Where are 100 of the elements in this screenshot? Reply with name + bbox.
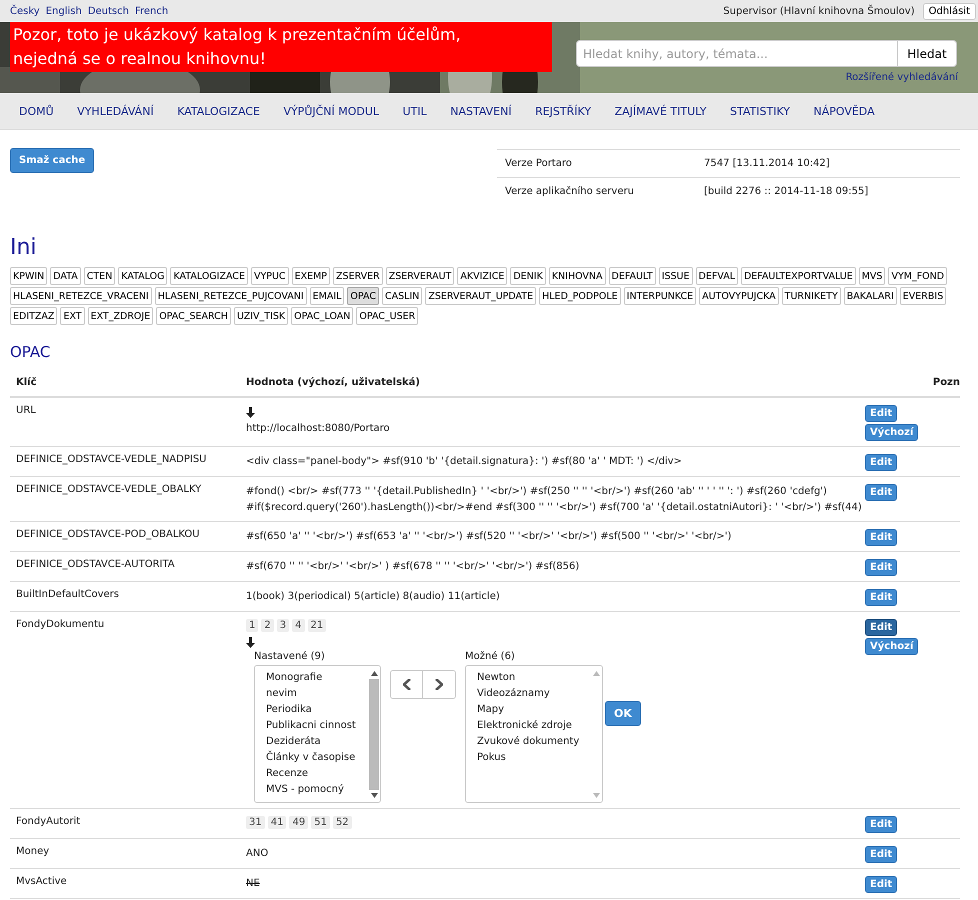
section-tab[interactable]: EVERBIS [900,287,946,305]
language-link[interactable]: English [46,6,82,16]
move-right-button[interactable] [423,670,456,699]
version-label: Verze aplikačního serveru [505,186,635,197]
column-header: Hodnota (výchozí, uživatelská) [246,377,421,388]
section-tab[interactable]: VYM_FOND [888,267,948,285]
value-text: 1(book) 3(periodical) 5(article) 8(audio) 11(article) [246,590,500,604]
section-tab[interactable]: EDITZAZ [10,307,58,325]
list-item[interactable]: Dezideráta [266,734,368,750]
scroll-down-icon [592,793,600,798]
edit-button[interactable]: Edit [865,484,898,501]
nav-item[interactable]: KATALOGIZACE [166,104,272,118]
default-button[interactable]: Výchozí [865,424,918,441]
section-tab[interactable]: OPAC [347,287,379,305]
list-box[interactable]: Newton Videozáznamy Mapy Elektronické zdroje Zvukové dokumenty Pokus [465,665,603,803]
section-tab[interactable]: KNIHOVNA [548,267,606,285]
nav-item[interactable]: VYHLEDÁVÁNÍ [66,104,166,118]
section-tab[interactable]: DATA [50,267,81,285]
list-item[interactable]: Články v časopise [266,750,368,766]
list-item[interactable]: Recenze [266,766,368,782]
default-button[interactable]: Výchozí [865,638,918,655]
section-tab[interactable]: VYPUC [250,267,289,285]
search-button[interactable]: Hledat [898,40,957,67]
value-text: #sf(650 'a' '' '<br/>') #sf(653 'a' '' '<br/>') #sf(520 '' '<br/>' '<br/>') #sf(500 '' '<br/>' '<br/>') [246,530,732,544]
section-tab[interactable]: KATALOGIZACE [170,267,248,285]
edit-button[interactable]: Edit [865,405,898,422]
key-cell-text: FondyAutorit [15,816,82,829]
value-text: NE [246,877,260,891]
ok-button[interactable]: OK [605,701,641,726]
section-tab[interactable]: CASLIN [382,287,422,305]
list-label: Nastavené (9) [254,651,326,662]
section-tab[interactable]: OPAC_LOAN [291,307,354,325]
section-tab[interactable]: EXT_ZDROJE [88,307,154,325]
clear-cache-button[interactable]: Smaž cache [10,148,94,173]
language-link[interactable]: Deutsch [88,6,129,16]
chevron-left-icon [402,679,410,690]
list-item[interactable]: Publikacni cinnost [266,718,368,734]
list-item[interactable]: Periodika [266,702,368,718]
section-tab[interactable]: KATALOG [118,267,168,285]
move-left-button[interactable] [390,670,423,699]
nav-item[interactable]: VÝPŮJČNÍ MODUL [272,104,392,118]
list-item[interactable]: Mapy [477,702,590,718]
section-tab[interactable]: AKVIZICE [457,267,508,285]
edit-button[interactable]: Edit [865,876,898,893]
section-tab[interactable]: DENIK [510,267,546,285]
nav-item[interactable]: NASTAVENÍ [439,104,524,118]
list-item[interactable]: MVS - pomocný [266,782,368,798]
section-tab[interactable]: OPAC_USER [356,307,418,325]
list-box[interactable]: Monografie nevim Periodika Publikacni cinnost Dezideráta Články v časopise Recenze MVS - pomocný [254,665,381,803]
edit-button[interactable]: Edit [865,619,898,636]
language-link[interactable]: French [134,6,168,16]
edit-button[interactable]: Edit [865,846,898,863]
list-item[interactable]: nevim [266,686,368,702]
key-cell-text: DEFINICE_ODSTAVCE-AUTORITA [15,559,176,572]
section-tab[interactable]: UZIV_TISK [234,307,288,325]
nav-item[interactable]: STATISTIKY [719,104,802,118]
list-item[interactable]: Monografie [266,670,368,686]
section-tab[interactable]: OPAC_SEARCH [156,307,231,325]
nav-item[interactable]: REJSTŘÍKY [524,104,604,118]
section-tab[interactable]: DEFAULTEXPORTVALUE [740,267,856,285]
section-tab[interactable]: TURNIKETY [782,287,841,305]
nav-item[interactable]: DOMŮ [8,104,66,118]
section-tab[interactable]: HLASENI_RETEZCE_VRACENI [10,287,152,305]
section-tab[interactable]: EXEMP [292,267,330,285]
language-link[interactable]: Česky [10,6,40,16]
page-heading: Ini [10,235,38,261]
edit-button[interactable]: Edit [865,816,898,833]
nav-item[interactable]: NÁPOVĚDA [802,104,888,118]
edit-button[interactable]: Edit [865,529,898,546]
logout-button[interactable]: Odhlásit [922,2,976,20]
section-tab[interactable]: BAKALARI [844,287,897,305]
edit-button[interactable]: Edit [865,589,898,606]
section-tab[interactable]: HLED_PODPOLE [539,287,621,305]
search-field[interactable]: Hledat knihy, autory, témata... [576,40,898,67]
list-item[interactable]: Zvukové dokumenty [477,734,590,750]
section-tab[interactable]: MVS [858,267,886,285]
section-tab[interactable]: KPWIN [10,267,48,285]
section-tab[interactable]: ZSERVERAUT_UPDATE [425,287,536,305]
list-item[interactable]: Newton [477,670,590,686]
list-item[interactable]: Videozáznamy [477,686,590,702]
list-item[interactable]: Elektronické zdroje [477,718,590,734]
section-tab[interactable]: ISSUE [658,267,693,285]
section-tab[interactable]: INTERPUNKCE [624,287,696,305]
section-tab[interactable]: HLASENI_RETEZCE_PUJCOVANI [154,287,307,305]
section-tab[interactable]: EXT [60,307,85,325]
scrollbar-thumb[interactable] [369,679,379,790]
nav-item[interactable]: UTIL [392,104,440,118]
section-tab[interactable]: CTEN [84,267,116,285]
edit-button[interactable]: Edit [865,454,898,471]
section-tab[interactable]: ZSERVERAUT [386,267,454,285]
edit-button[interactable]: Edit [865,559,898,576]
section-tab[interactable]: EMAIL [310,287,344,305]
nav-item[interactable]: ZAJÍMAVÉ TITULY [604,104,720,118]
section-tab[interactable]: DEFVAL [696,267,738,285]
value-chip: 51 [311,816,330,829]
section-tab[interactable]: ZSERVER [333,267,383,285]
section-tab[interactable]: DEFAULT [608,267,656,285]
list-item[interactable]: Pokus [477,750,590,766]
section-tab[interactable]: AUTOVYPUJCKA [699,287,779,305]
advanced-search-link[interactable]: Rozšířené vyhledávání [846,72,958,83]
